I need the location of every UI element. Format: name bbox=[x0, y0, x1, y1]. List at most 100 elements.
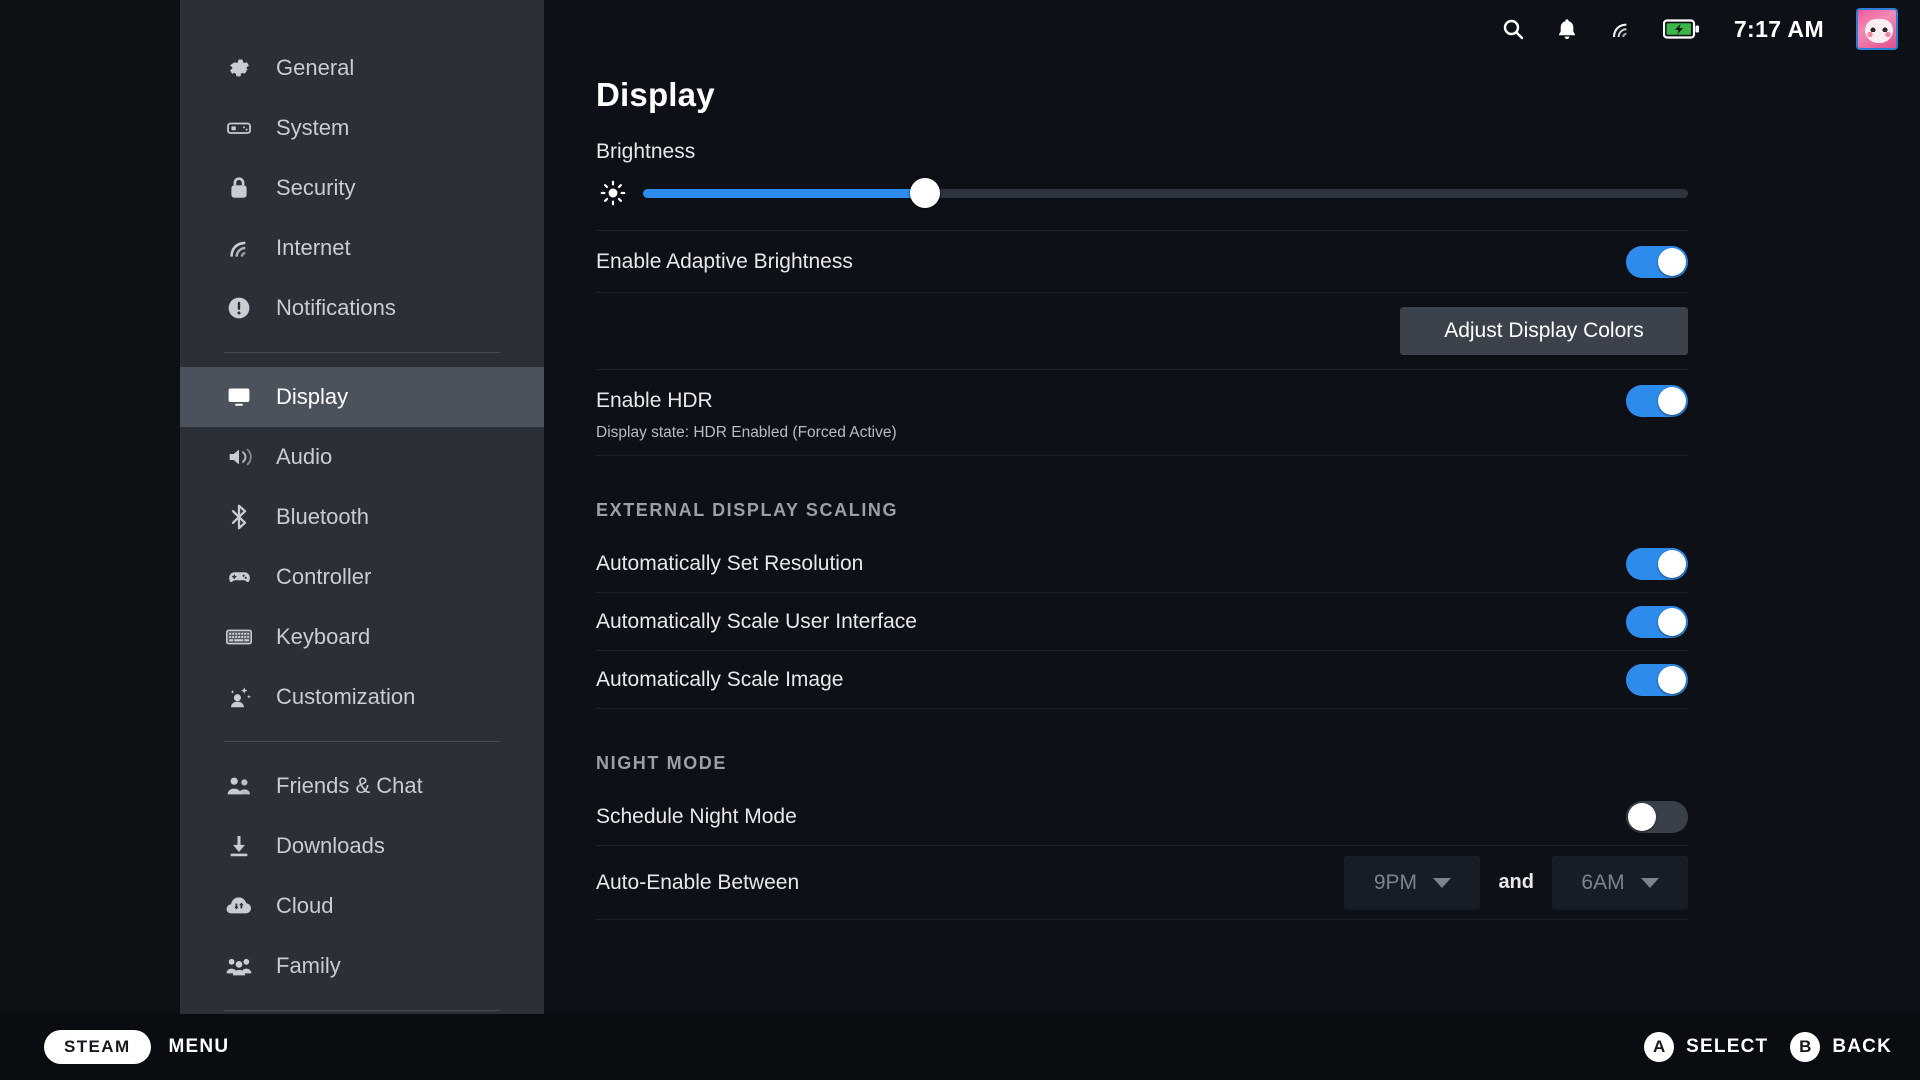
select-label: SELECT bbox=[1686, 1036, 1768, 1058]
auto-scale-ui-label: Automatically Scale User Interface bbox=[596, 610, 1626, 634]
sidebar-item-keyboard[interactable]: Keyboard bbox=[180, 607, 544, 667]
lock-icon bbox=[224, 173, 254, 203]
sidebar-item-label: Bluetooth bbox=[276, 504, 369, 530]
sidebar-divider bbox=[224, 1010, 500, 1011]
people-icon bbox=[224, 771, 254, 801]
night-mode-start-value: 9PM bbox=[1374, 871, 1417, 895]
auto-scale-ui-row[interactable]: Automatically Scale User Interface bbox=[596, 593, 1688, 651]
hint-select[interactable]: A SELECT bbox=[1644, 1032, 1768, 1062]
gear-icon bbox=[224, 53, 254, 83]
battery-charging-icon bbox=[1662, 16, 1702, 42]
brightness-sun-icon bbox=[596, 180, 630, 206]
sidebar-item-security[interactable]: Security bbox=[180, 158, 544, 218]
steam-button[interactable]: STEAM bbox=[44, 1030, 151, 1064]
sidebar-item-customization[interactable]: Customization bbox=[180, 667, 544, 727]
keyboard-icon bbox=[224, 622, 254, 652]
hint-back[interactable]: B BACK bbox=[1790, 1032, 1892, 1062]
sidebar-item-display[interactable]: Display bbox=[180, 367, 544, 427]
wifi-icon[interactable] bbox=[1608, 16, 1634, 42]
sidebar-item-label: Friends & Chat bbox=[276, 773, 423, 799]
brightness-slider-fill bbox=[643, 189, 925, 198]
bell-icon[interactable] bbox=[1554, 16, 1580, 42]
brightness-slider-row bbox=[596, 180, 1688, 231]
avatar[interactable] bbox=[1856, 8, 1898, 50]
sidebar-item-controller[interactable]: Controller bbox=[180, 547, 544, 607]
back-label: BACK bbox=[1832, 1036, 1892, 1058]
clock: 7:17 AM bbox=[1734, 16, 1824, 43]
person-sparkle-icon bbox=[224, 682, 254, 712]
sidebar-item-downloads[interactable]: Downloads bbox=[180, 816, 544, 876]
night-mode-heading: NIGHT MODE bbox=[596, 753, 1688, 774]
auto-enable-between-label: Auto-Enable Between bbox=[596, 871, 1344, 895]
sidebar-item-label: Keyboard bbox=[276, 624, 370, 650]
external-display-scaling-heading: EXTERNAL DISPLAY SCALING bbox=[596, 500, 1688, 521]
adjust-display-colors-button[interactable]: Adjust Display Colors bbox=[1400, 307, 1688, 355]
sidebar-item-label: Controller bbox=[276, 564, 371, 590]
wifi-icon bbox=[224, 233, 254, 263]
sidebar-item-label: Notifications bbox=[276, 295, 396, 321]
bottom-bar: STEAM MENU A SELECT B BACK bbox=[0, 1014, 1920, 1080]
monitor-icon bbox=[224, 382, 254, 412]
sidebar-item-cloud[interactable]: Cloud bbox=[180, 876, 544, 936]
schedule-night-mode-label: Schedule Night Mode bbox=[596, 805, 1626, 829]
brightness-slider[interactable] bbox=[643, 189, 1688, 198]
sidebar-item-friends-and-chat[interactable]: Friends & Chat bbox=[180, 756, 544, 816]
sidebar-item-label: Display bbox=[276, 384, 348, 410]
bottom-bar-left: STEAM MENU bbox=[44, 1030, 229, 1064]
sidebar-item-label: Internet bbox=[276, 235, 351, 261]
handheld-device-icon bbox=[224, 113, 254, 143]
and-conjunction: and bbox=[1498, 871, 1534, 894]
sidebar-divider bbox=[224, 352, 500, 353]
sidebar-item-label: Security bbox=[276, 175, 355, 201]
sidebar-item-general[interactable]: General bbox=[180, 38, 544, 98]
sidebar-divider bbox=[224, 741, 500, 742]
auto-set-resolution-row[interactable]: Automatically Set Resolution bbox=[596, 535, 1688, 593]
sidebar-item-label: Audio bbox=[276, 444, 332, 470]
adaptive-brightness-row[interactable]: Enable Adaptive Brightness bbox=[596, 231, 1688, 293]
night-mode-end-dropdown[interactable]: 6AM bbox=[1552, 856, 1688, 910]
chevron-down-icon bbox=[1641, 878, 1659, 888]
sidebar-item-audio[interactable]: Audio bbox=[180, 427, 544, 487]
speaker-icon bbox=[224, 442, 254, 472]
hdr-state-text: Display state: HDR Enabled (Forced Activ… bbox=[596, 424, 897, 442]
steam-deck-settings-window: 7:17 AM General bbox=[0, 0, 1920, 1080]
adjust-colors-row: Adjust Display Colors bbox=[596, 293, 1688, 370]
adaptive-brightness-toggle[interactable] bbox=[1626, 246, 1688, 278]
auto-scale-image-row[interactable]: Automatically Scale Image bbox=[596, 651, 1688, 709]
main-body: General System bbox=[0, 0, 1920, 1014]
auto-enable-between-row: Auto-Enable Between 9PM and 6AM bbox=[596, 846, 1688, 920]
brightness-label: Brightness bbox=[596, 140, 1920, 164]
auto-scale-image-toggle[interactable] bbox=[1626, 664, 1688, 696]
schedule-night-mode-toggle[interactable] bbox=[1626, 801, 1688, 833]
hdr-row[interactable]: Enable HDR bbox=[596, 370, 1688, 422]
brightness-slider-knob[interactable] bbox=[910, 178, 940, 208]
search-icon[interactable] bbox=[1500, 16, 1526, 42]
schedule-night-mode-row[interactable]: Schedule Night Mode bbox=[596, 788, 1688, 846]
sidebar-item-label: General bbox=[276, 55, 354, 81]
display-settings-panel: Display Brightness bbox=[544, 0, 1920, 1014]
sidebar-item-family[interactable]: Family bbox=[180, 936, 544, 996]
b-button-icon: B bbox=[1790, 1032, 1820, 1062]
hdr-state-row: Display state: HDR Enabled (Forced Activ… bbox=[596, 422, 1688, 456]
night-mode-end-value: 6AM bbox=[1581, 871, 1624, 895]
bottom-bar-hints: A SELECT B BACK bbox=[1644, 1032, 1892, 1062]
gamepad-icon bbox=[224, 562, 254, 592]
auto-scale-image-label: Automatically Scale Image bbox=[596, 668, 1626, 692]
chevron-down-icon bbox=[1433, 878, 1451, 888]
sidebar-item-system[interactable]: System bbox=[180, 98, 544, 158]
night-mode-start-dropdown[interactable]: 9PM bbox=[1344, 856, 1480, 910]
bluetooth-icon bbox=[224, 502, 254, 532]
hdr-toggle[interactable] bbox=[1626, 385, 1688, 417]
sidebar-item-label: Customization bbox=[276, 684, 415, 710]
sidebar-item-label: Downloads bbox=[276, 833, 385, 859]
sidebar-item-internet[interactable]: Internet bbox=[180, 218, 544, 278]
cloud-sync-icon bbox=[224, 891, 254, 921]
sidebar-item-label: Cloud bbox=[276, 893, 333, 919]
auto-set-resolution-label: Automatically Set Resolution bbox=[596, 552, 1626, 576]
sidebar-item-notifications[interactable]: Notifications bbox=[180, 278, 544, 338]
menu-label: MENU bbox=[169, 1036, 230, 1058]
alert-circle-icon bbox=[224, 293, 254, 323]
sidebar-item-bluetooth[interactable]: Bluetooth bbox=[180, 487, 544, 547]
auto-scale-ui-toggle[interactable] bbox=[1626, 606, 1688, 638]
auto-set-resolution-toggle[interactable] bbox=[1626, 548, 1688, 580]
